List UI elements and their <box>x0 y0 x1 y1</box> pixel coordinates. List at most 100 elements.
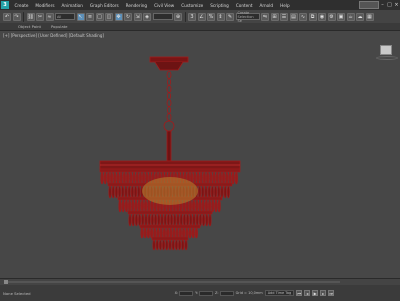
placement-icon[interactable]: ◈ <box>143 12 151 21</box>
crystal-drop <box>153 227 157 239</box>
crystal-drop <box>202 213 206 227</box>
crystal-drop <box>196 171 200 185</box>
select-and-rotate-icon[interactable]: ↻ <box>124 12 132 21</box>
schematic-view-icon[interactable]: ⧉ <box>308 12 317 21</box>
align-icon[interactable]: ⊞ <box>270 12 279 21</box>
time-slider-track[interactable] <box>4 281 340 283</box>
status-bar: None Selected X: Y: Z: Grid = 10,0mm Add… <box>0 278 400 301</box>
link-icon[interactable]: ⛓ <box>26 12 35 21</box>
tab-populate[interactable]: Populate <box>46 24 73 29</box>
menu-modifiers[interactable]: Modifiers <box>32 3 58 8</box>
main-toolbar: ↶ ↷ ⛓ ✂ ≈ All ↖ ≡ □ ◫ ✥ ↻ ⇲ ◈ ⊕ 3 ∠ % ⇕ … <box>0 10 400 23</box>
close-icon[interactable]: × <box>393 2 400 8</box>
a360-gallery-icon[interactable]: ▦ <box>365 12 374 21</box>
search-input[interactable] <box>359 1 379 9</box>
edit-named-selection-icon[interactable]: ✎ <box>226 12 234 21</box>
rendered-frame-window-icon[interactable]: ▣ <box>337 12 345 21</box>
curve-editor-icon[interactable]: ∿ <box>299 12 307 21</box>
tier-band <box>139 224 201 229</box>
spinner-snap-icon[interactable]: ⇕ <box>216 12 225 21</box>
menu-rendering[interactable]: Rendering <box>122 3 150 8</box>
render-in-cloud-icon[interactable]: ☁ <box>356 12 364 21</box>
select-and-scale-icon[interactable]: ⇲ <box>133 12 142 21</box>
canopy-cup <box>154 61 184 71</box>
toggle-scene-explorer-icon[interactable]: ☰ <box>280 12 288 21</box>
canopy-plate <box>149 56 189 63</box>
select-object-icon[interactable]: ↖ <box>76 12 85 21</box>
menu-customize[interactable]: Customize <box>178 3 207 8</box>
crystal-drop <box>189 213 193 227</box>
crystal-drop <box>144 213 148 227</box>
crystal-drop <box>163 213 167 227</box>
chandelier-wireframe-model[interactable] <box>0 31 400 278</box>
percent-snap-icon[interactable]: % <box>207 12 215 21</box>
menu-civil-view[interactable]: Civil View <box>151 3 178 8</box>
menu-content[interactable]: Content <box>232 3 256 8</box>
play-icon[interactable]: ▶ <box>312 290 319 296</box>
crystal-drop <box>134 185 138 199</box>
selection-filter-dropdown[interactable]: All <box>55 13 75 20</box>
reference-coordinate-dropdown[interactable] <box>152 13 173 20</box>
add-time-tag-button[interactable]: Add Time Tag <box>264 290 295 296</box>
window-crossing-icon[interactable]: ◫ <box>105 12 113 21</box>
crystal-drop <box>162 239 166 251</box>
crystal-drop <box>195 199 199 213</box>
mirror-icon[interactable]: ⇋ <box>261 12 269 21</box>
rectangle-selection-icon[interactable]: □ <box>95 12 104 21</box>
render-setup-icon[interactable]: ⚙ <box>327 12 336 21</box>
go-to-end-icon[interactable]: ⏭ <box>328 290 335 296</box>
go-to-start-icon[interactable]: ⏮ <box>296 290 303 296</box>
previous-frame-icon[interactable]: ◂ <box>304 290 311 296</box>
crystal-drop <box>131 213 135 227</box>
pivot-center-icon[interactable]: ⊕ <box>174 12 182 21</box>
select-and-move-icon[interactable]: ✥ <box>114 12 123 21</box>
menu-help[interactable]: Help <box>277 3 294 8</box>
app-logo-icon[interactable]: 3 <box>1 1 9 9</box>
named-selection-dropdown[interactable]: Create Selection Se <box>235 11 260 23</box>
crystal-drop <box>192 199 196 213</box>
material-editor-icon[interactable]: ◉ <box>318 12 326 21</box>
y-field[interactable] <box>199 290 214 296</box>
crystal-drop <box>108 185 112 199</box>
crystal-drop <box>198 185 202 199</box>
x-field[interactable] <box>179 290 194 296</box>
crystal-drop <box>131 199 135 213</box>
menu-create[interactable]: Create <box>11 3 32 8</box>
time-slider-thumb[interactable] <box>4 280 8 284</box>
bind-space-warp-icon[interactable]: ≈ <box>45 12 54 21</box>
undo-icon[interactable]: ↶ <box>3 12 11 21</box>
unlink-icon[interactable]: ✂ <box>36 12 44 21</box>
minimize-icon[interactable]: – <box>379 2 386 8</box>
crystal-drop <box>202 171 206 185</box>
crystal-drop <box>122 171 126 185</box>
crystal-drop <box>207 185 211 199</box>
snaps-toggle-icon[interactable]: 3 <box>188 12 196 21</box>
crystal-drop <box>188 199 192 213</box>
crystal-drop <box>208 213 212 227</box>
crystal-drop <box>156 227 160 239</box>
menu-graph-editors[interactable]: Graph Editors <box>86 3 122 8</box>
redo-icon[interactable]: ↷ <box>12 12 21 21</box>
crystal-drop <box>150 213 154 227</box>
layer-explorer-icon[interactable]: ▤ <box>289 12 298 21</box>
crystal-drop <box>228 171 232 185</box>
crystal-drop <box>147 213 151 227</box>
tab-object-paint[interactable]: Object Paint <box>0 24 46 29</box>
crystal-drop <box>172 227 176 239</box>
crystal-drop <box>140 227 144 239</box>
select-by-name-icon[interactable]: ≡ <box>86 12 94 21</box>
maximize-icon[interactable]: □ <box>386 2 393 8</box>
time-slider[interactable] <box>0 279 400 285</box>
next-frame-icon[interactable]: ▸ <box>320 290 327 296</box>
z-field[interactable] <box>219 290 234 296</box>
crystal-drop <box>146 227 150 239</box>
menu-animation[interactable]: Animation <box>58 3 86 8</box>
angle-snap-icon[interactable]: ∠ <box>197 12 206 21</box>
viewport-perspective[interactable]: [+] [Perspective] [User Defined] [Defaul… <box>0 31 400 278</box>
menu-arnold[interactable]: Arnold <box>256 3 277 8</box>
render-production-icon[interactable]: ☕ <box>346 12 355 21</box>
menu-scripting[interactable]: Scripting <box>207 3 233 8</box>
crystal-drop <box>154 213 158 227</box>
crystal-drop <box>106 171 110 185</box>
crystal-drop <box>127 185 131 199</box>
